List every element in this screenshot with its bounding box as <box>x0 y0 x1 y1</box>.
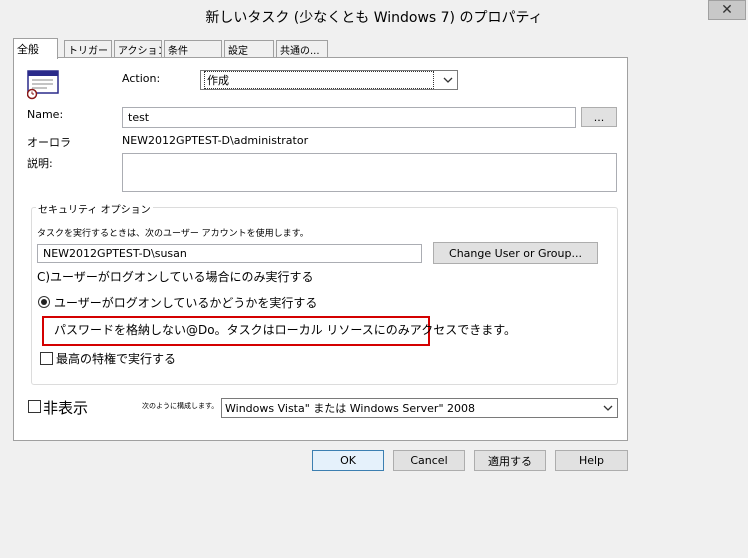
name-input[interactable]: test <box>122 107 576 128</box>
task-icon <box>26 70 61 100</box>
chevron-down-icon <box>602 403 614 413</box>
tab-conditions[interactable]: 条件 <box>164 40 222 58</box>
user-account-field: NEW2012GPTEST-D\susan <box>37 244 422 263</box>
browse-button[interactable]: ... <box>581 107 617 127</box>
cancel-button[interactable]: Cancel <box>393 450 465 471</box>
title-bar: 新しいタスク (少なくとも Windows 7) のプロパティ ✕ <box>0 0 748 30</box>
option-whether-radio[interactable] <box>38 296 50 308</box>
author-label: オーロラ <box>27 136 71 149</box>
hidden-label[interactable]: 非表示 <box>43 397 88 418</box>
action-label: Action: <box>122 72 161 85</box>
chevron-down-icon <box>442 75 454 85</box>
configure-value: Windows Vista" または Windows Server" 2008 <box>225 402 475 415</box>
close-button[interactable]: ✕ <box>708 0 746 20</box>
help-button[interactable]: Help <box>555 450 628 471</box>
security-options-title: セキュリティ オプション <box>36 201 153 216</box>
run-as-text: タスクを実行するときは、次のユーザー アカウントを使用します。 <box>37 229 309 239</box>
window-title: 新しいタスク (少なくとも Windows 7) のプロパティ <box>205 10 543 26</box>
tab-common[interactable]: 共通の... <box>276 40 328 58</box>
option-logged-on-label[interactable]: C)ユーザーがログオンしている場合にのみ実行する <box>37 268 313 285</box>
action-value: 作成 <box>204 71 434 89</box>
no-password-label[interactable]: パスワードを格納しない@Do。タスクはローカル リソースにのみアクセスできます。 <box>54 321 516 338</box>
configure-label: 次のように構成します。 <box>142 402 219 410</box>
tab-actions[interactable]: アクション <box>114 40 162 58</box>
name-label: Name: <box>27 108 64 121</box>
tab-general[interactable]: 全般 <box>13 38 58 59</box>
tab-triggers[interactable]: トリガー <box>64 40 112 58</box>
option-whether-label[interactable]: ユーザーがログオンしているかどうかを実行する <box>54 294 317 311</box>
apply-button[interactable]: 適用する <box>474 450 546 471</box>
tab-settings[interactable]: 設定 <box>224 40 274 58</box>
ok-button[interactable]: OK <box>312 450 384 471</box>
radio-selected-dot <box>41 299 47 305</box>
highest-privileges-checkbox[interactable] <box>40 352 53 365</box>
action-dropdown[interactable]: 作成 <box>200 70 458 90</box>
configure-dropdown[interactable]: Windows Vista" または Windows Server" 2008 <box>221 398 618 418</box>
hidden-checkbox[interactable] <box>28 400 41 413</box>
change-user-button[interactable]: Change User or Group... <box>433 242 598 264</box>
author-value: NEW2012GPTEST-D\administrator <box>122 134 309 147</box>
highest-privileges-label[interactable]: 最高の特権で実行する <box>56 350 176 367</box>
description-textarea[interactable] <box>122 153 617 192</box>
close-icon: ✕ <box>721 2 733 18</box>
general-panel: Action: 作成 Name: test ... オーロラ NEW2012GP… <box>13 57 628 441</box>
description-label: 説明: <box>27 157 53 170</box>
